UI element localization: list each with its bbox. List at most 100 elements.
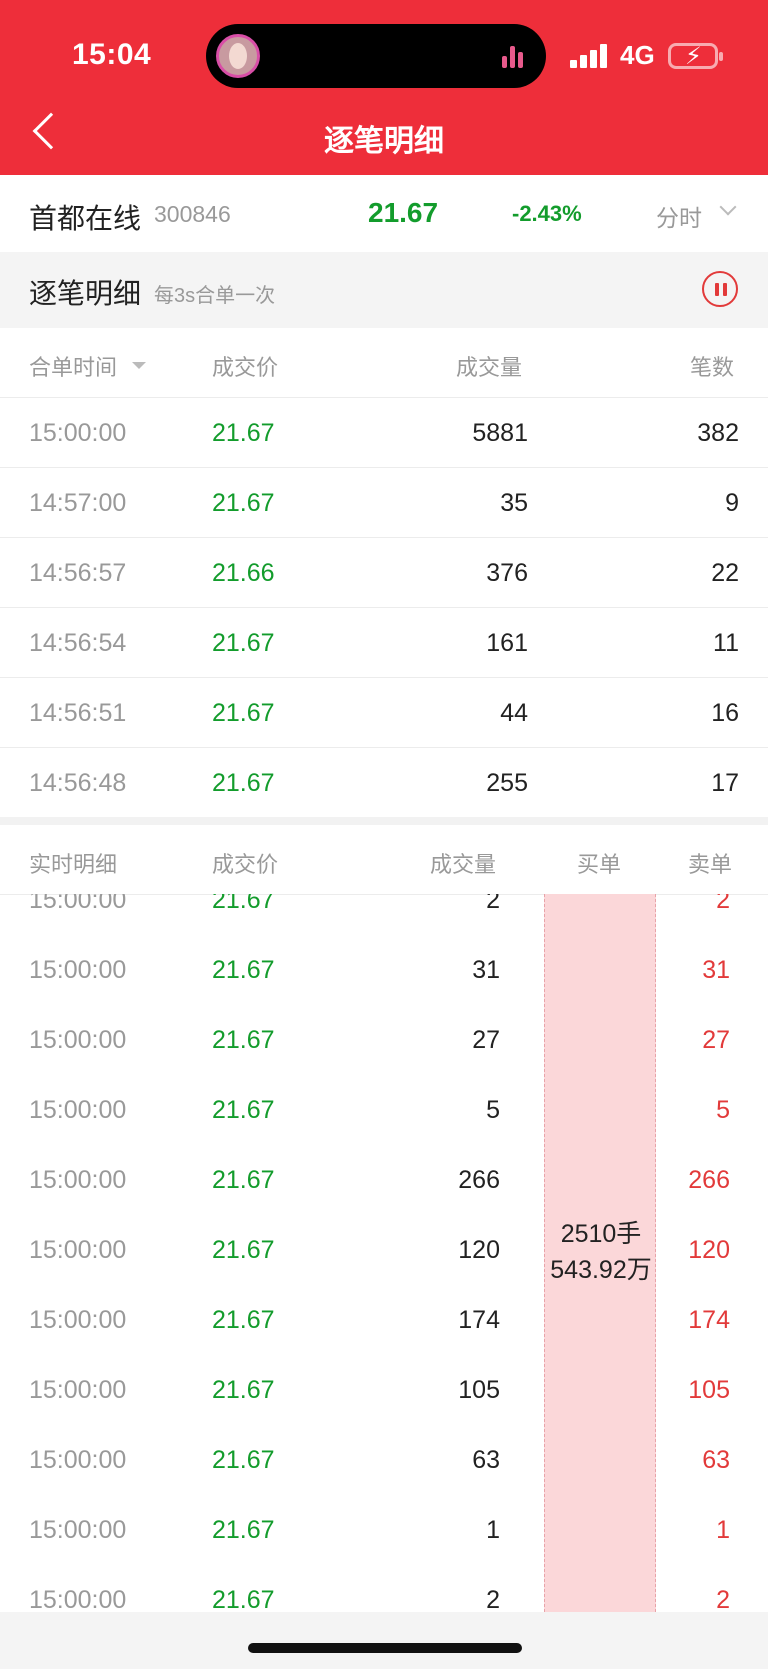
trade-volume: 5881: [472, 419, 528, 447]
sort-desc-icon[interactable]: [132, 362, 146, 369]
network-type: 4G: [620, 40, 655, 70]
trade-volume: 35: [500, 489, 528, 517]
merge-time: 14:56:51: [29, 699, 127, 727]
trade-time: 15:00:00: [29, 1306, 127, 1334]
trade-price: 21.67: [212, 1306, 275, 1334]
trade-count: 22: [711, 559, 739, 587]
table-row: 15:00:00 21.67 27 27: [0, 1005, 768, 1075]
trade-volume: 120: [458, 1236, 500, 1264]
table-row: 15:00:00 21.67 2 2: [0, 1565, 768, 1612]
trade-time: 15:00:00: [29, 894, 127, 914]
stock-change-percent: -2.43%: [512, 201, 582, 226]
sell-order-volume: 5: [716, 1096, 730, 1124]
trade-time: 15:00:00: [29, 1236, 127, 1264]
home-indicator-area: [0, 1612, 768, 1669]
trade-time: 15:00:00: [29, 956, 127, 984]
home-indicator[interactable]: [248, 1643, 522, 1653]
audio-bars-icon: [502, 44, 528, 68]
trade-volume: 174: [458, 1306, 500, 1334]
trade-count: 9: [725, 489, 739, 517]
sell-order-volume: 31: [702, 956, 730, 984]
sell-order-volume: 266: [688, 1166, 730, 1194]
column-header-volume: 成交量: [430, 852, 497, 877]
trade-volume: 161: [486, 629, 528, 657]
chevron-down-icon[interactable]: [719, 198, 737, 216]
table-row: 15:00:00 21.67 174 174: [0, 1285, 768, 1355]
table-row: 14:56:57 21.66 376 22: [0, 538, 768, 608]
table-row: 15:00:00 21.67 1 1: [0, 1495, 768, 1565]
sell-order-volume: 27: [702, 1026, 730, 1054]
stock-info-bar: 首都在线 300846 21.67 -2.43% 分时: [0, 175, 768, 252]
trade-price: 21.67: [212, 1236, 275, 1264]
trade-price: 21.67: [212, 956, 275, 984]
trade-price: 21.67: [212, 1166, 275, 1194]
merge-time: 15:00:00: [29, 419, 127, 447]
trade-price: 21.67: [212, 1516, 275, 1544]
trade-volume: 27: [472, 1026, 500, 1054]
pause-icon-bar: [723, 283, 727, 296]
pause-icon: [715, 283, 719, 296]
battery-charging-icon: ⚡: [668, 43, 723, 70]
trade-count: 17: [711, 769, 739, 797]
column-header-sell: 卖单: [688, 852, 733, 877]
pause-button[interactable]: [702, 271, 738, 307]
sell-order-volume: 120: [688, 1236, 730, 1264]
page-title: 逐笔明细: [324, 125, 444, 158]
section-title: 逐笔明细: [29, 278, 142, 309]
merge-time: 14:57:00: [29, 489, 127, 517]
trade-price: 21.67: [212, 1096, 275, 1124]
table-row: 15:00:00 21.67 105 105: [0, 1355, 768, 1425]
trade-price: 21.67: [212, 699, 275, 727]
trade-price: 21.67: [212, 1376, 275, 1404]
trade-time: 15:00:00: [29, 1446, 127, 1474]
trade-time: 15:00:00: [29, 1516, 127, 1544]
trade-time: 15:00:00: [29, 1166, 127, 1194]
section-header: 逐笔明细 每3s合单一次: [0, 252, 768, 328]
trade-price: 21.67: [212, 1446, 275, 1474]
trade-price: 21.67: [212, 894, 275, 914]
trade-price: 21.67: [212, 419, 275, 447]
trade-volume: 2: [486, 894, 500, 914]
column-header-buy: 买单: [577, 852, 622, 877]
column-header-price: 成交价: [212, 355, 279, 380]
period-selector[interactable]: 分时: [656, 199, 702, 233]
column-header-merge-time[interactable]: 合单时间: [29, 350, 117, 382]
column-header-realtime: 实时明细: [29, 852, 118, 877]
table-row: 14:57:00 21.67 35 9: [0, 468, 768, 538]
trade-count: 382: [697, 419, 739, 447]
sell-order-volume: 174: [688, 1306, 730, 1334]
trade-price: 21.67: [212, 769, 275, 797]
column-header-count: 笔数: [690, 355, 735, 380]
realtime-table-body[interactable]: 15:00:00 21.67 2 2 15:00:00 21.67 31 31 15:00:00…: [0, 894, 768, 1612]
section-divider: [0, 817, 768, 825]
merge-time: 14:56:57: [29, 559, 127, 587]
stock-name: 首都在线: [29, 203, 142, 234]
dynamic-island: [206, 24, 546, 88]
trade-volume: 5: [486, 1096, 500, 1124]
status-time: 15:04: [72, 38, 152, 71]
sell-order-volume: 63: [702, 1446, 730, 1474]
trade-price: 21.67: [212, 1586, 275, 1612]
table-row: 15:00:00 21.67 266 266: [0, 1145, 768, 1215]
realtime-table-header: 实时明细 成交价 成交量 买单 卖单: [0, 825, 768, 895]
sell-order-volume: 1: [716, 1516, 730, 1544]
table-row: 15:00:00 21.67 63 63: [0, 1425, 768, 1495]
table-row: 14:56:54 21.67 161 11: [0, 608, 768, 678]
cellular-signal-icon: [570, 44, 610, 68]
sell-order-volume: 2: [716, 894, 730, 914]
trade-price: 21.67: [212, 629, 275, 657]
merge-time: 14:56:48: [29, 769, 127, 797]
trade-count: 11: [713, 629, 739, 657]
merge-time: 14:56:54: [29, 629, 127, 657]
trade-volume: 255: [486, 769, 528, 797]
trade-volume: 1: [486, 1516, 500, 1544]
trade-volume: 376: [486, 559, 528, 587]
table-row: 15:00:00 21.67 31 31: [0, 935, 768, 1005]
trade-time: 15:00:00: [29, 1376, 127, 1404]
trade-volume: 31: [472, 956, 500, 984]
live-activity-avatar-icon: [216, 34, 260, 78]
trade-time: 15:00:00: [29, 1096, 127, 1124]
table-row: 15:00:00 21.67 5 5: [0, 1075, 768, 1145]
merged-table-header: 合单时间 成交价 成交量 笔数: [0, 328, 768, 398]
table-row: 14:56:51 21.67 44 16: [0, 678, 768, 748]
